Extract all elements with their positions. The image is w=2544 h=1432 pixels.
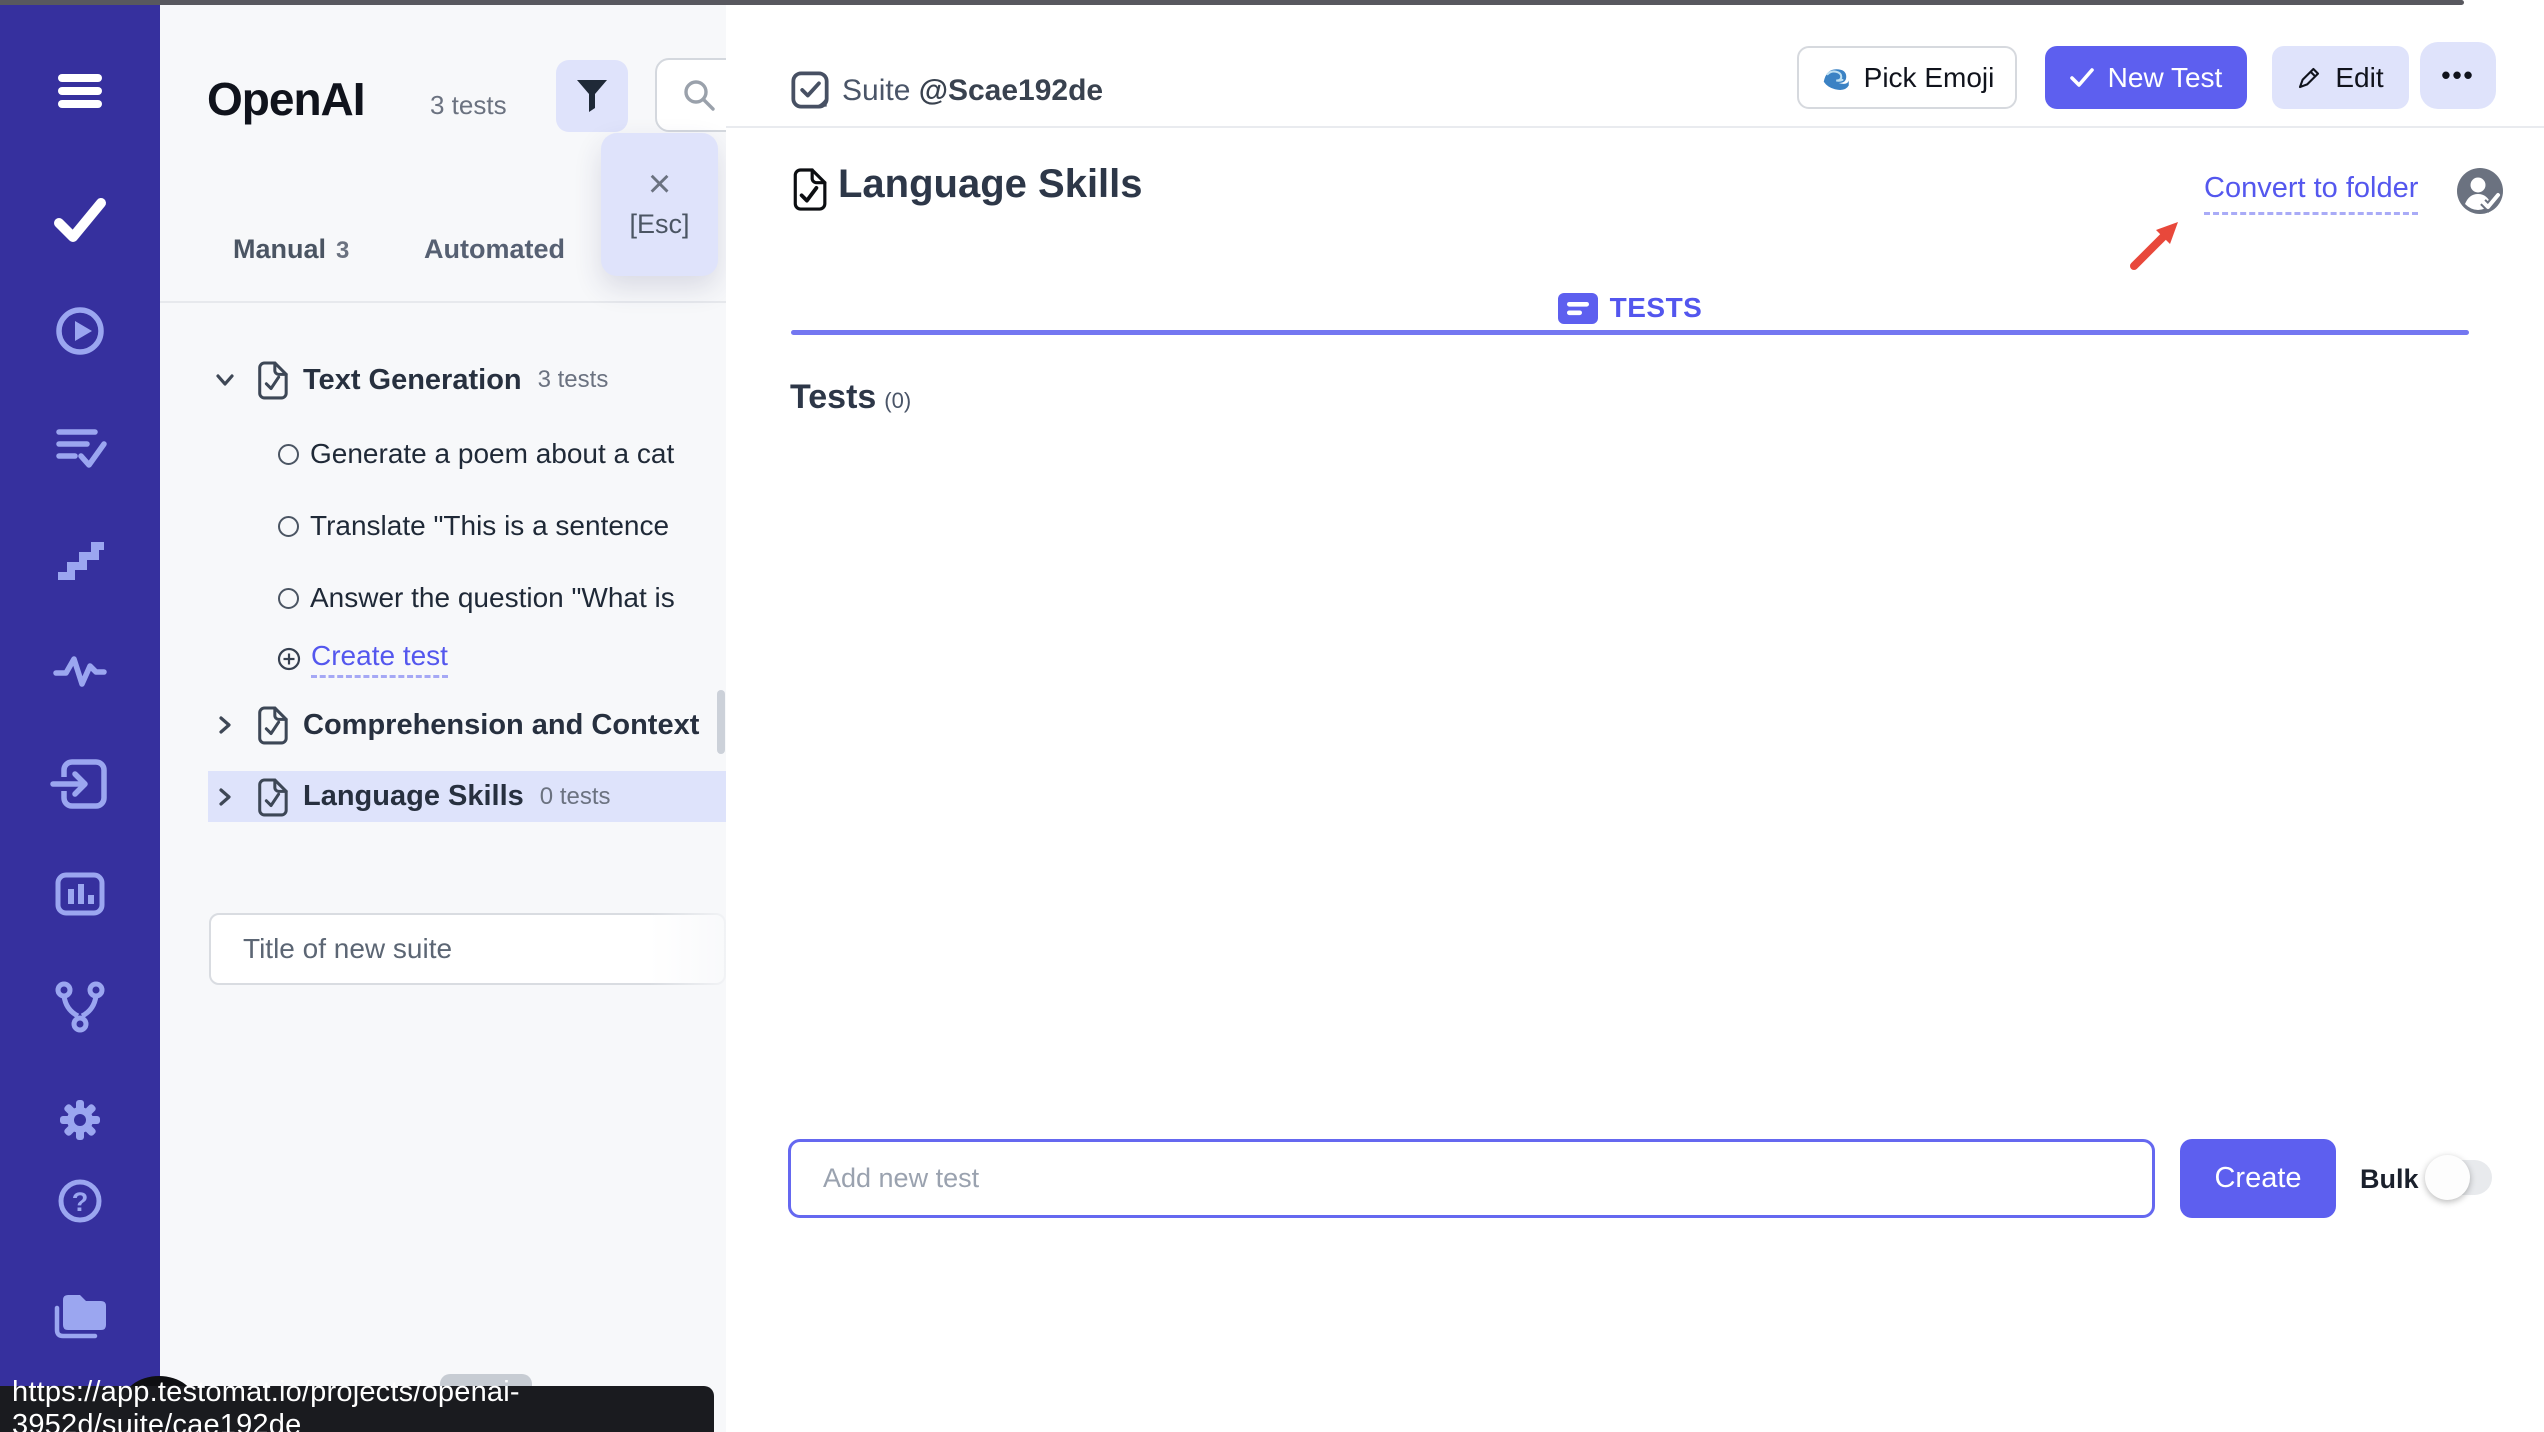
panel-scrollbar-thumb[interactable]: [717, 690, 725, 754]
tab-manual-count: 3: [336, 237, 349, 264]
new-suite-input[interactable]: [209, 913, 726, 985]
suite-check-icon: [790, 70, 830, 115]
bulk-toggle[interactable]: [2428, 1160, 2492, 1195]
svg-text:?: ?: [72, 1187, 89, 1217]
wave-emoji-icon: [1820, 63, 1850, 93]
tests-count-badge: (0): [884, 388, 911, 413]
new-suite-field-wrap: [209, 913, 726, 985]
check-icon: [2070, 67, 2094, 89]
test-row[interactable]: Translate "This is a sentence: [160, 504, 726, 548]
pulse-icon[interactable]: [0, 640, 160, 700]
filter-button[interactable]: [556, 60, 628, 132]
edit-label: Edit: [2335, 62, 2383, 94]
test-status-icon: [278, 588, 299, 609]
window-top-edge: [0, 0, 2464, 5]
analytics-icon[interactable]: [0, 864, 160, 924]
test-row[interactable]: Generate a poem about a cat: [160, 432, 726, 476]
tests-section-heading: Tests (0): [790, 378, 911, 417]
assignee-avatar[interactable]: [2457, 168, 2503, 214]
status-url-tooltip: https://app.testomat.io/projects/openai-…: [0, 1386, 714, 1432]
chevron-right-icon[interactable]: [213, 785, 237, 809]
active-tab-underline: [791, 330, 2469, 335]
pick-emoji-label: Pick Emoji: [1864, 62, 1995, 94]
tab-manual-label: Manual: [233, 234, 326, 264]
pencil-icon: [2297, 66, 2321, 90]
main-content: Suite @Scae192de Pick Emoji New Test E: [726, 0, 2544, 1432]
create-button[interactable]: Create: [2180, 1139, 2336, 1218]
search-icon: [681, 77, 717, 113]
test-plans-icon[interactable]: [0, 417, 160, 477]
app-window: ? OpenAI 3 tests × [Esc] Manual 3 Automat…: [0, 0, 2544, 1432]
chevron-right-icon[interactable]: [213, 713, 237, 737]
new-test-button[interactable]: New Test: [2045, 46, 2247, 109]
tab-automated[interactable]: Automated: [424, 234, 565, 265]
project-title: OpenAI: [207, 72, 365, 126]
create-label: Create: [2214, 1162, 2301, 1195]
edit-button[interactable]: Edit: [2272, 46, 2409, 109]
chevron-down-icon[interactable]: [213, 368, 237, 392]
test-row[interactable]: Answer the question "What is: [160, 576, 726, 620]
filter-close-popup: × [Esc]: [601, 133, 718, 276]
menu-icon[interactable]: [0, 61, 160, 121]
test-status-icon: [278, 516, 299, 537]
suites-panel: OpenAI 3 tests × [Esc] Manual 3 Automated…: [160, 0, 726, 1432]
suite-breadcrumb: Suite @Scae192de: [842, 74, 1103, 108]
esc-hint-label: [Esc]: [629, 209, 689, 240]
tests-tab-label: TESTS: [1610, 292, 1703, 324]
pick-emoji-button[interactable]: Pick Emoji: [1797, 46, 2017, 109]
create-test-link[interactable]: Create test: [311, 640, 448, 678]
suite-id: @Scae192de: [919, 74, 1103, 107]
more-actions-button[interactable]: •••: [2420, 42, 2496, 109]
test-status-icon: [278, 444, 299, 465]
tab-tests[interactable]: TESTS: [791, 278, 2469, 338]
runs-icon[interactable]: [0, 301, 160, 361]
projects-icon[interactable]: [0, 1282, 160, 1344]
tests-icon[interactable]: [0, 190, 160, 250]
help-icon[interactable]: ?: [0, 1171, 160, 1231]
search-input[interactable]: [655, 58, 726, 132]
bulk-label: Bulk: [2360, 1164, 2419, 1195]
annotation-arrow-icon: [2124, 212, 2188, 281]
suite-header: Suite @Scae192de Pick Emoji New Test E: [726, 0, 2544, 128]
bulk-toggle-knob[interactable]: [2425, 1155, 2470, 1200]
import-icon[interactable]: [0, 753, 160, 815]
file-check-icon: [255, 776, 289, 818]
create-test-row: Create test: [160, 637, 726, 681]
file-check-icon: [790, 164, 828, 219]
filter-icon: [575, 78, 609, 114]
suite-row-text-generation[interactable]: Text Generation 3 tests: [160, 358, 726, 402]
project-test-count: 3 tests: [430, 90, 507, 121]
suite-name: Language Skills: [303, 780, 524, 813]
suite-row-language-skills-selected[interactable]: Language Skills 0 tests: [160, 771, 726, 822]
suite-label: Suite: [842, 74, 910, 107]
file-check-icon: [255, 359, 289, 401]
branches-icon[interactable]: [0, 976, 160, 1036]
close-icon[interactable]: ×: [648, 169, 671, 199]
test-name: Generate a poem about a cat: [310, 438, 674, 470]
test-name: Answer the question "What is: [310, 582, 675, 614]
settings-icon[interactable]: [0, 1090, 160, 1150]
test-name: Translate "This is a sentence: [310, 510, 669, 542]
card-icon: [1558, 293, 1598, 324]
convert-to-folder-link[interactable]: Convert to folder: [2204, 172, 2418, 215]
page-title: Language Skills: [838, 162, 1143, 207]
add-test-input[interactable]: [788, 1139, 2155, 1218]
suite-row-comprehension[interactable]: Comprehension and Context: [160, 703, 726, 747]
suite-count: 0 tests: [540, 783, 611, 811]
sidebar: ?: [0, 0, 160, 1432]
tests-heading-label: Tests: [790, 378, 876, 416]
plus-circle-icon[interactable]: [277, 647, 301, 671]
suite-name: Text Generation: [303, 364, 522, 397]
tab-automated-label: Automated: [424, 234, 565, 264]
new-test-label: New Test: [2108, 62, 2223, 94]
suite-count: 3 tests: [538, 366, 609, 394]
steps-icon[interactable]: [0, 529, 160, 589]
suite-name: Comprehension and Context: [303, 709, 699, 742]
file-check-icon: [255, 704, 289, 746]
tab-manual[interactable]: Manual 3: [233, 234, 349, 265]
ellipsis-icon: •••: [2441, 60, 2474, 91]
